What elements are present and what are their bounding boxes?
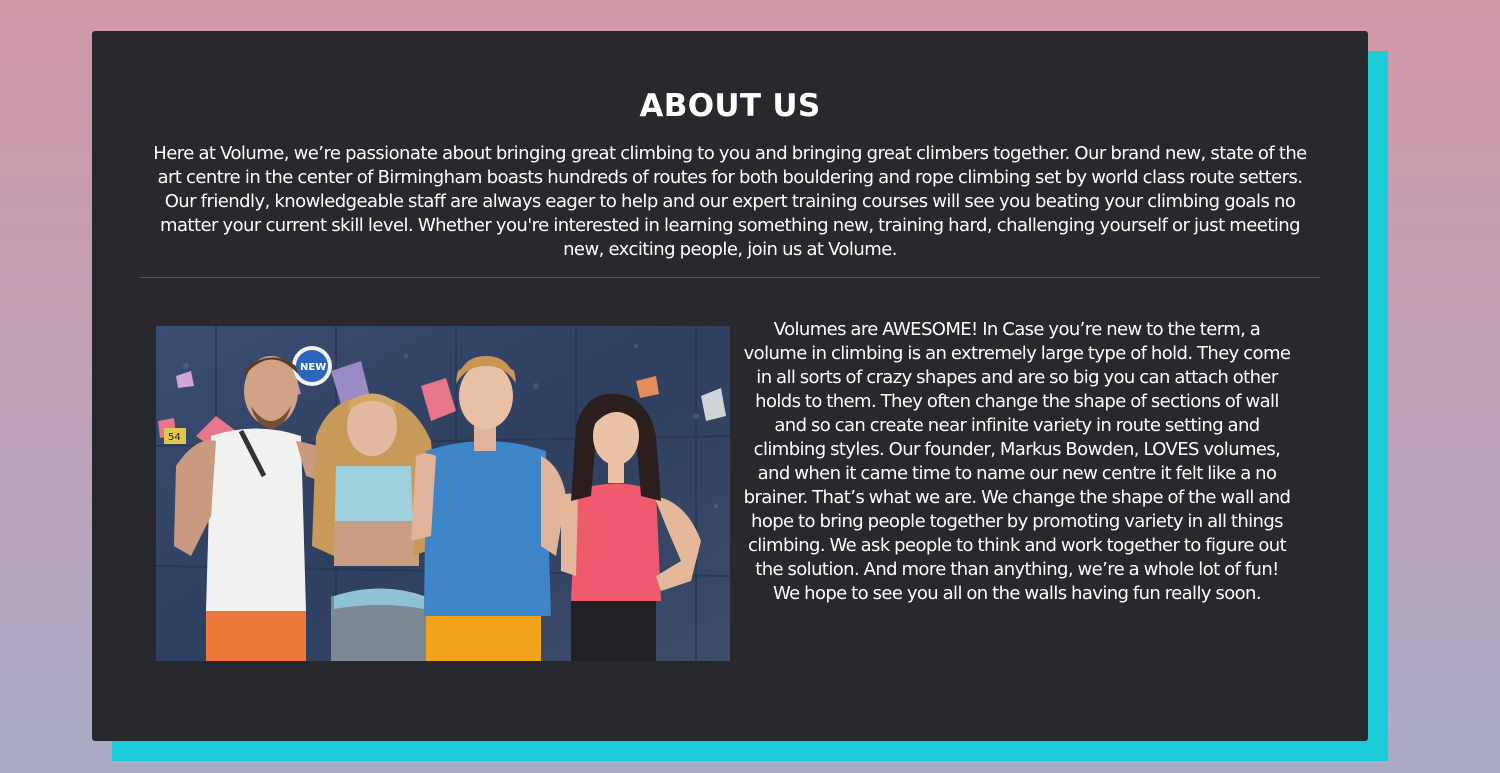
about-title: ABOUT US [639, 88, 821, 124]
about-intro-text: Here at Volume, we’re passionate about b… [153, 143, 1307, 260]
section-divider [140, 277, 1320, 278]
volumes-description-text: Volumes are AWESOME! In Case you’re new … [743, 319, 1291, 604]
hold-tag-label: 54 [168, 432, 181, 443]
wall-new-sign: NEW [300, 362, 326, 373]
climbers-team-photo: 54 NEW [156, 326, 730, 661]
about-section: ABOUT US Here at Volume, we’re passionat… [92, 31, 1368, 741]
